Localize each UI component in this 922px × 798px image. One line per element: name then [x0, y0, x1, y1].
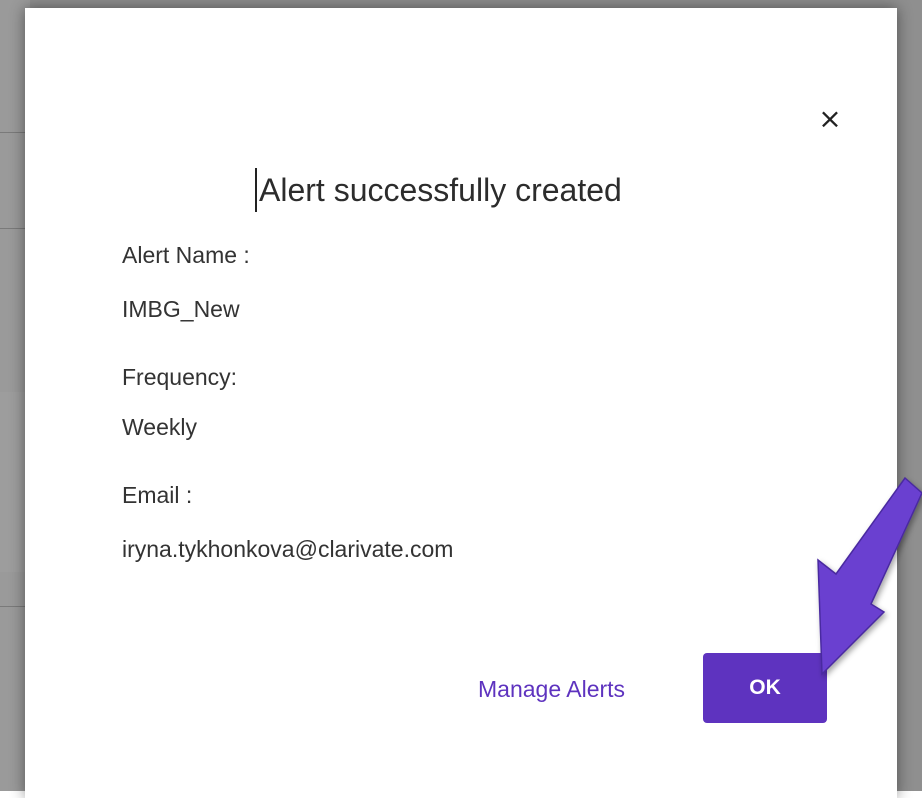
ok-button[interactable]: OK [703, 653, 827, 723]
email-value: iryna.tykhonkova@clarivate.com [122, 536, 454, 562]
frequency-label: Frequency: [122, 364, 238, 390]
email-label: Email : [122, 482, 193, 508]
manage-alerts-link[interactable]: Manage Alerts [478, 676, 625, 703]
frequency-value: Weekly [122, 414, 197, 440]
dialog-title: Alert successfully created [255, 168, 622, 212]
alert-name-value: IMBG_New [122, 296, 240, 322]
alert-created-dialog: × Alert successfully created Alert Name … [25, 8, 897, 798]
alert-name-label: Alert Name : [122, 242, 250, 268]
close-icon[interactable]: × [815, 104, 845, 134]
